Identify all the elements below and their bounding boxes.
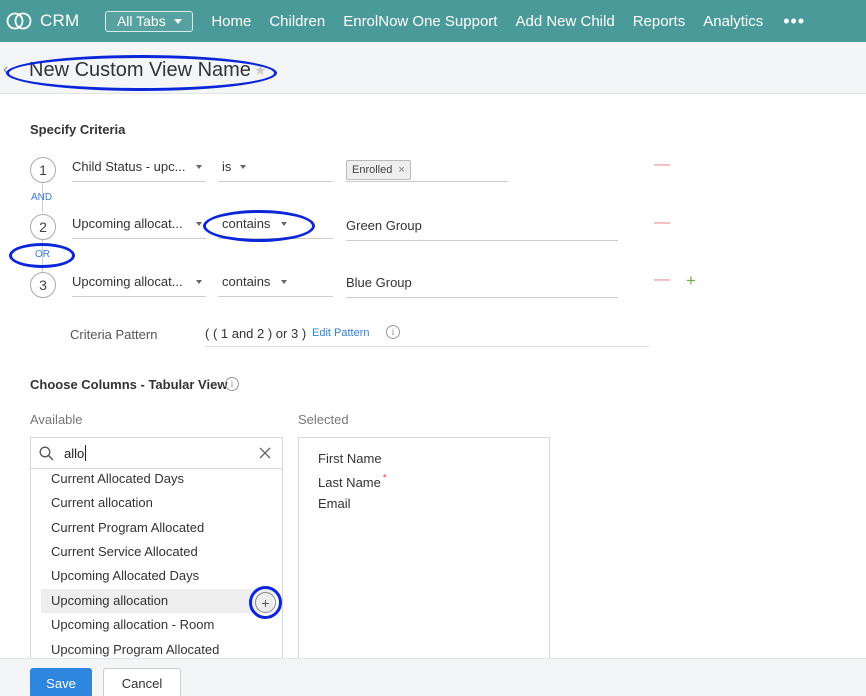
list-item[interactable]: Email: [318, 496, 351, 511]
info-icon[interactable]: i: [386, 325, 400, 339]
edit-pattern-link[interactable]: Edit Pattern: [312, 327, 369, 339]
criteria-field-dropdown[interactable]: Upcoming allocat...: [72, 273, 206, 297]
criteria-number: 1: [30, 157, 56, 183]
available-columns-list[interactable]: allo Current Allocated Days Current allo…: [30, 437, 283, 662]
criteria-value-text: Blue Group: [346, 275, 412, 290]
nav-reports[interactable]: Reports: [633, 13, 686, 30]
criteria-field-label: Upcoming allocat...: [72, 274, 183, 289]
info-icon[interactable]: i: [225, 377, 239, 391]
criteria-field-label: Upcoming allocat...: [72, 216, 183, 231]
criteria-value-field[interactable]: Green Group: [346, 217, 618, 241]
nav-home[interactable]: Home: [211, 13, 251, 30]
list-item-label: Last Name: [318, 475, 381, 490]
selected-columns-list[interactable]: First Name Last Name * Email: [298, 437, 550, 662]
annotation-circle-title: [6, 55, 277, 91]
text-cursor: [85, 445, 86, 461]
all-tabs-label: All Tabs: [116, 13, 166, 29]
chevron-down-icon: [196, 280, 202, 284]
remove-criteria-icon[interactable]: —: [654, 214, 670, 232]
brand-label: CRM: [40, 11, 80, 30]
more-tabs-icon[interactable]: •••: [783, 11, 805, 32]
criteria-number: 2: [30, 214, 56, 240]
nav-children[interactable]: Children: [269, 13, 325, 30]
selected-label: Selected: [298, 412, 349, 427]
criteria-number: 3: [30, 272, 56, 298]
all-tabs-dropdown[interactable]: All Tabs: [105, 10, 194, 32]
remove-criteria-icon[interactable]: —: [654, 271, 670, 289]
list-item[interactable]: Upcoming allocation - Room: [41, 613, 273, 637]
nav-add-new-child[interactable]: Add New Child: [515, 13, 614, 30]
required-mark: *: [382, 473, 387, 484]
criteria-field-dropdown[interactable]: Child Status - upc...: [72, 158, 206, 182]
remove-criteria-icon[interactable]: —: [654, 156, 670, 174]
value-tag: Enrolled ×: [346, 160, 411, 180]
criteria-pattern-label: Criteria Pattern: [70, 327, 158, 342]
criteria-operator-dropdown[interactable]: contains: [218, 273, 333, 297]
list-item[interactable]: First Name: [318, 451, 382, 466]
search-query: allo: [64, 446, 85, 461]
criteria-operator-label: contains: [222, 274, 271, 289]
clear-icon[interactable]: [259, 447, 271, 459]
value-tag-label: Enrolled: [352, 164, 393, 176]
criteria-operator-label: is: [222, 159, 232, 174]
cancel-button[interactable]: Cancel: [103, 668, 181, 696]
crm-logo[interactable]: CRM: [6, 0, 79, 42]
crm-logo-icon: [6, 12, 32, 30]
criteria-pattern-value: ( ( 1 and 2 ) or 3 ): [205, 326, 307, 341]
annotation-circle-or: [9, 243, 75, 268]
list-item[interactable]: Current Allocated Days: [41, 467, 273, 491]
list-item-highlighted[interactable]: Upcoming allocation: [41, 589, 273, 613]
list-item[interactable]: Current Service Allocated: [41, 540, 273, 564]
close-icon[interactable]: ×: [398, 164, 404, 176]
chevron-down-icon: [281, 280, 287, 284]
annotation-circle-operator: [203, 210, 315, 242]
list-item[interactable]: Current allocation: [41, 491, 273, 515]
nav-analytics[interactable]: Analytics: [703, 13, 763, 30]
divider: [205, 346, 649, 347]
column-search-input[interactable]: allo: [31, 438, 282, 469]
specify-criteria-heading: Specify Criteria: [30, 122, 126, 137]
chevron-down-icon: [196, 222, 202, 226]
criteria-field-dropdown[interactable]: Upcoming allocat...: [72, 215, 206, 239]
list-item[interactable]: Upcoming Allocated Days: [41, 564, 273, 588]
criteria-value-text: Green Group: [346, 218, 422, 233]
title-bar: ‹ New Custom View Name ★: [0, 42, 866, 94]
top-nav: CRM All Tabs Home Children EnrolNow One …: [0, 0, 866, 42]
criteria-field-label: Child Status - upc...: [72, 159, 186, 174]
available-label: Available: [30, 412, 83, 427]
nav-enrolnow-support[interactable]: EnrolNow One Support: [343, 13, 497, 30]
annotation-circle-add: [249, 586, 282, 619]
conjunction-and[interactable]: AND: [31, 192, 52, 203]
choose-columns-heading: Choose Columns - Tabular View: [30, 377, 228, 392]
save-button[interactable]: Save: [30, 668, 92, 696]
chevron-down-icon: [240, 165, 246, 169]
criteria-value-field[interactable]: Blue Group: [346, 274, 618, 298]
list-item[interactable]: Last Name *: [318, 473, 387, 490]
search-icon: [39, 446, 54, 461]
chevron-down-icon: [173, 18, 182, 24]
add-criteria-icon[interactable]: +: [686, 271, 696, 291]
chevron-down-icon: [196, 165, 202, 169]
criteria-operator-dropdown[interactable]: is: [218, 158, 333, 182]
list-item[interactable]: Current Program Allocated: [41, 516, 273, 540]
